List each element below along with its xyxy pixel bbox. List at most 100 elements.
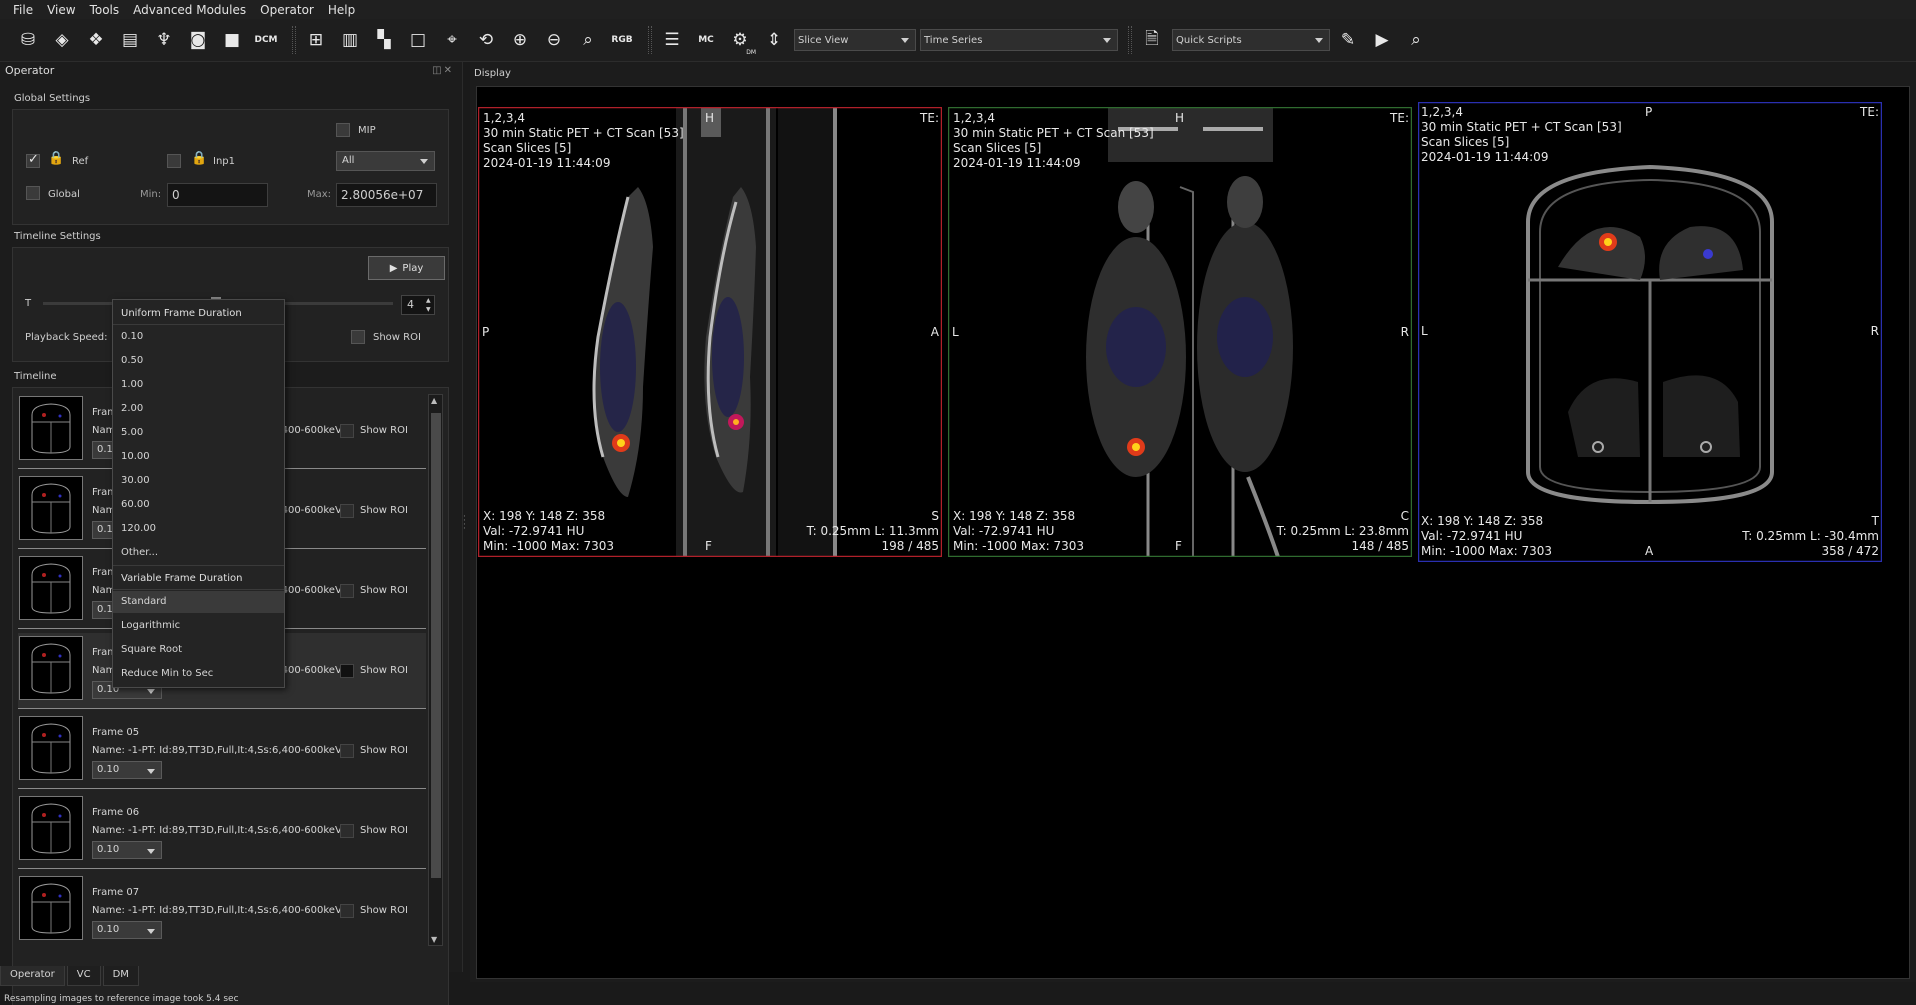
menu-advanced-modules[interactable]: Advanced Modules <box>126 3 253 17</box>
menu-operator[interactable]: Operator <box>253 3 321 17</box>
tab-vc[interactable]: VC <box>66 966 101 986</box>
tab-operator[interactable]: Operator <box>0 966 65 986</box>
popup-item[interactable]: Reduce Min to Sec <box>113 663 284 685</box>
menu-file[interactable]: File <box>6 3 40 17</box>
frame-show-roi-checkbox[interactable] <box>340 904 354 918</box>
tab-dm[interactable]: DM <box>102 966 139 986</box>
sliders-icon[interactable]: ☰ <box>658 26 686 54</box>
popup-item-selected[interactable]: Standard <box>113 591 284 613</box>
scroll-up-icon[interactable]: ▲ <box>431 396 437 405</box>
search-document-icon[interactable]: ⌕ <box>1402 26 1430 54</box>
popup-item[interactable]: 2.00 <box>113 398 284 420</box>
scrollbar-thumb[interactable] <box>431 413 441 878</box>
popup-item[interactable]: 30.00 <box>113 470 284 492</box>
time-series-dropdown[interactable]: Time Series <box>920 29 1118 51</box>
menu-view[interactable]: View <box>40 3 82 17</box>
orientation-bottom: F <box>1175 539 1182 553</box>
popup-item[interactable]: 10.00 <box>113 446 284 468</box>
view-header: 1,2,3,4 30 min Static PET + CT Scan [53]… <box>953 111 1154 171</box>
timeline-frame[interactable]: Frame 05 Name: -1-PT: Id:89,TT3D,Full,It… <box>18 713 426 789</box>
chevron-down-icon <box>1103 37 1111 43</box>
toolbar-separator <box>1128 26 1132 54</box>
spin-down-icon[interactable]: ▼ <box>426 306 432 313</box>
database-icon[interactable]: ⛁ <box>14 26 42 54</box>
frame-name: Frame 06 <box>92 807 140 818</box>
inp1-checkbox[interactable] <box>167 154 181 168</box>
frame-show-roi-checkbox[interactable] <box>340 424 354 438</box>
reset-view-icon[interactable]: ⟲ <box>472 26 500 54</box>
frame-show-roi-checkbox[interactable] <box>340 504 354 518</box>
axial-view[interactable]: 1,2,3,4 30 min Static PET + CT Scan [53]… <box>1418 102 1882 562</box>
slice-view-dropdown[interactable]: Slice View <box>794 29 916 51</box>
min-field[interactable]: 0 <box>167 183 268 207</box>
layers-icon[interactable]: ◈ <box>48 26 76 54</box>
max-field[interactable]: 2.80056e+07 <box>336 183 437 207</box>
quick-scripts-dropdown[interactable]: Quick Scripts <box>1172 29 1330 51</box>
playback-speed-label: Playback Speed: <box>25 332 108 343</box>
panel-float-close-icon[interactable]: ◫✕ <box>432 65 454 76</box>
coronal-view[interactable]: 1,2,3,4 30 min Static PET + CT Scan [53]… <box>948 107 1412 557</box>
view-footer: X: 198 Y: 148 Z: 358 Val: -72.9741 HU Mi… <box>483 509 614 554</box>
popup-item[interactable]: 60.00 <box>113 494 284 516</box>
zoom-out-icon[interactable]: ⊖ <box>540 26 568 54</box>
lock-icon[interactable]: 🔒 <box>48 151 64 166</box>
splitter-handle[interactable]: · · · · <box>463 513 466 534</box>
popup-item[interactable]: 1.00 <box>113 374 284 396</box>
lock-icon[interactable]: 🔒 <box>191 151 207 166</box>
pencil-icon[interactable]: ✎ <box>1334 26 1362 54</box>
frame-show-roi-checkbox[interactable] <box>340 664 354 678</box>
input-selector-dropdown[interactable]: All <box>336 151 435 171</box>
popup-item[interactable]: 0.50 <box>113 350 284 372</box>
mixed-layout-icon[interactable]: ▚ <box>370 26 398 54</box>
grid-layout-icon[interactable]: ⊞ <box>302 26 330 54</box>
timeline-frame[interactable]: Frame 06 Name: -1-PT: Id:89,TT3D,Full,It… <box>18 793 426 869</box>
mip-checkbox[interactable] <box>336 123 350 137</box>
timeline-frame[interactable]: Frame 07 Name: -1-PT: Id:89,TT3D,Full,It… <box>18 873 426 948</box>
global-checkbox[interactable] <box>26 186 40 200</box>
spin-up-icon[interactable]: ▲ <box>426 297 432 304</box>
play-button[interactable]: ▶ Play <box>368 256 445 280</box>
frame-show-roi-checkbox[interactable] <box>340 824 354 838</box>
frame-duration-dropdown[interactable]: 0.10 <box>92 841 162 859</box>
popup-item[interactable]: Logarithmic <box>113 615 284 637</box>
dcm-export-icon[interactable]: DCM <box>252 26 280 54</box>
layers-stack-icon[interactable]: ❖ <box>82 26 110 54</box>
run-script-icon[interactable]: ▶ <box>1368 26 1396 54</box>
gear-icon[interactable]: ⚙ DM <box>726 26 756 56</box>
timeline-scrollbar[interactable]: ▲ ▼ <box>428 394 443 946</box>
camera-icon[interactable]: ◙ <box>184 26 212 54</box>
view-footer: X: 198 Y: 148 Z: 358 Val: -72.9741 HU Mi… <box>953 509 1084 554</box>
single-view-icon[interactable]: □ <box>404 26 432 54</box>
frame-show-roi-checkbox[interactable] <box>340 744 354 758</box>
segment-tool-icon[interactable]: ♆ <box>150 26 178 54</box>
column-layout-icon[interactable]: ▥ <box>336 26 364 54</box>
scroll-down-icon[interactable]: ▼ <box>431 935 437 944</box>
rgb-icon[interactable]: RGB <box>608 26 636 54</box>
video-camera-icon[interactable]: ■ <box>218 26 246 54</box>
frame-thumbnail <box>19 476 83 540</box>
frame-show-roi-checkbox[interactable] <box>340 584 354 598</box>
frame-duration-dropdown[interactable]: 0.10 <box>92 921 162 939</box>
ref-checkbox[interactable] <box>26 152 40 168</box>
popup-item[interactable]: 5.00 <box>113 422 284 444</box>
popup-item-other[interactable]: Other... <box>113 542 284 564</box>
sagittal-view[interactable]: 1,2,3,4 30 min Static PET + CT Scan [53]… <box>478 107 942 557</box>
popup-item[interactable]: 0.10 <box>113 326 284 348</box>
t-spinbox[interactable]: 4 ▲ ▼ <box>401 295 435 315</box>
script-document-icon[interactable]: 🗎 <box>1138 26 1166 54</box>
menu-tools[interactable]: Tools <box>83 3 127 17</box>
frame-thumbnail <box>19 636 83 700</box>
frame-duration-dropdown[interactable]: 0.10 <box>92 761 162 779</box>
zoom-in-icon[interactable]: ⊕ <box>506 26 534 54</box>
clipboard-check-icon[interactable]: ▤ <box>116 26 144 54</box>
popup-item[interactable]: Square Root <box>113 639 284 661</box>
view-header-line: 1,2,3,4 <box>483 111 525 125</box>
menu-help[interactable]: Help <box>321 3 362 17</box>
popup-item[interactable]: 120.00 <box>113 518 284 540</box>
show-roi-checkbox[interactable] <box>351 330 365 344</box>
magnifier-icon[interactable]: ⌕ <box>574 26 602 54</box>
vertical-fit-icon[interactable]: ⇕ <box>760 26 788 54</box>
crosshair-icon[interactable]: ⌖ <box>438 26 466 54</box>
mc-icon[interactable]: MC <box>692 26 720 54</box>
frame-description: Name: -1-PT: Id:89,TT3D,Full,It:4,Ss:6,4… <box>92 825 355 836</box>
